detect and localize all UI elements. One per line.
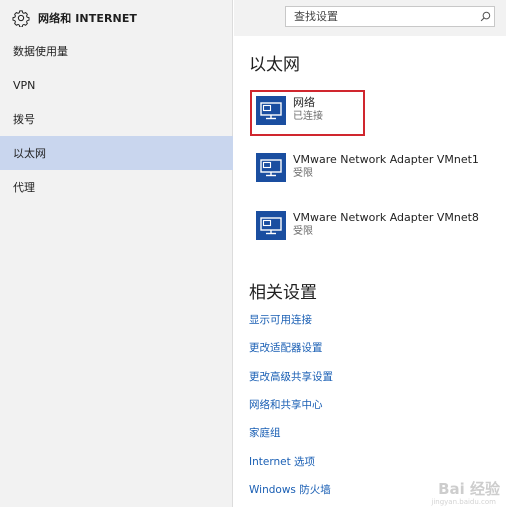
ethernet-monitor-icon: [256, 153, 286, 182]
nav-item-ethernet[interactable]: 以太网: [0, 136, 233, 170]
search-icon[interactable]: [476, 7, 494, 26]
app-title: 网络和 INTERNET: [38, 12, 138, 25]
network-status: 受限: [293, 168, 313, 179]
link-show-available-connections[interactable]: 显示可用连接: [249, 312, 312, 327]
network-item[interactable]: 网络 已连接: [256, 96, 323, 125]
app-header: 网络和 INTERNET: [0, 0, 233, 36]
related-settings-title: 相关设置: [249, 283, 317, 303]
ethernet-monitor-icon: [256, 96, 286, 125]
network-status: 受限: [293, 226, 313, 237]
nav-item-label: 以太网: [13, 147, 46, 160]
network-text: 网络 已连接: [293, 96, 323, 124]
nav-item-label: 代理: [13, 181, 35, 194]
link-homegroup[interactable]: 家庭组: [249, 425, 281, 440]
network-name: VMware Network Adapter VMnet1: [293, 153, 479, 166]
search-input[interactable]: [286, 7, 476, 26]
nav-item-label: 数据使用量: [13, 45, 68, 58]
content-pane: 以太网 网络 已连接 VMware Network Ada: [234, 0, 506, 507]
page-title: 以太网: [249, 55, 300, 75]
network-item[interactable]: VMware Network Adapter VMnet1 受限: [256, 153, 479, 182]
network-name: 网络: [293, 96, 315, 109]
nav-item-dial-up[interactable]: 拨号: [0, 102, 233, 136]
link-internet-options[interactable]: Internet 选项: [249, 454, 315, 469]
watermark-url: jingyan.baidu.com: [431, 498, 496, 506]
nav-item-vpn[interactable]: VPN: [0, 68, 233, 102]
nav-item-proxy[interactable]: 代理: [0, 170, 233, 204]
nav-item-label: VPN: [13, 78, 36, 92]
link-change-advanced-sharing[interactable]: 更改高级共享设置: [249, 369, 333, 384]
navigation-pane: 网络和 INTERNET 数据使用量 VPN 拨号 以太网 代理: [0, 0, 233, 507]
link-network-sharing-center[interactable]: 网络和共享中心: [249, 397, 323, 412]
network-item[interactable]: VMware Network Adapter VMnet8 受限: [256, 211, 479, 240]
top-bar: [234, 0, 506, 36]
network-status: 已连接: [293, 111, 323, 122]
link-windows-firewall[interactable]: Windows 防火墙: [249, 482, 331, 497]
ethernet-monitor-icon: [256, 211, 286, 240]
watermark: Bai 经验: [438, 480, 500, 498]
nav-item-label: 拨号: [13, 113, 35, 126]
network-name: VMware Network Adapter VMnet8: [293, 211, 479, 224]
nav-list: 数据使用量 VPN 拨号 以太网 代理: [0, 34, 233, 204]
network-text: VMware Network Adapter VMnet8 受限: [293, 211, 479, 239]
gear-icon[interactable]: [12, 9, 30, 27]
network-text: VMware Network Adapter VMnet1 受限: [293, 153, 479, 181]
search-box[interactable]: [285, 6, 495, 27]
nav-item-data-usage[interactable]: 数据使用量: [0, 34, 233, 68]
link-change-adapter-settings[interactable]: 更改适配器设置: [249, 340, 323, 355]
